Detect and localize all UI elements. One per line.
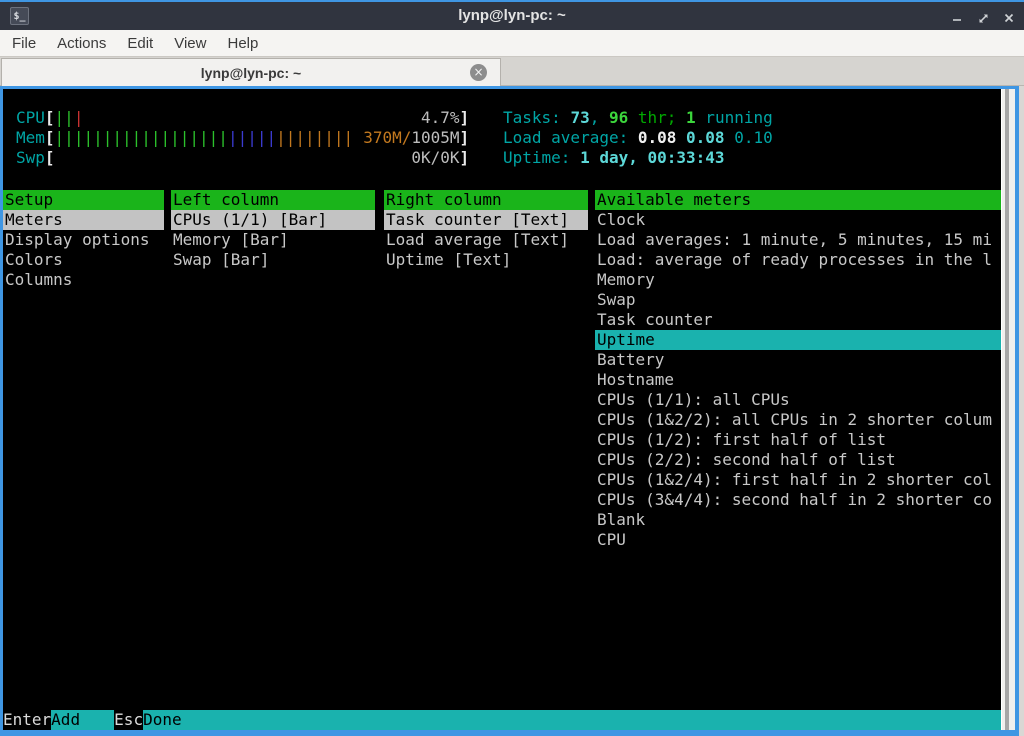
menu-item-file[interactable]: File [12, 35, 36, 52]
faction-add[interactable]: Add [51, 710, 114, 730]
cpu-meter-caption: CPU [16, 108, 45, 128]
window-title: lynp@lyn-pc: ~ [0, 2, 1024, 30]
menu-bar: File Actions Edit View Help [0, 30, 1024, 57]
fkey-enter[interactable]: Enter [3, 710, 51, 730]
panel-item-cpus-1-1-bar[interactable]: CPUs (1/1) [Bar] [171, 210, 375, 230]
panel-header-right-column: Right column [384, 190, 588, 210]
panel-item-task-counter-text[interactable]: Task counter [Text] [384, 210, 588, 230]
window-right-edge [1019, 86, 1024, 736]
panel-item-memory-bar[interactable]: Memory [Bar] [171, 230, 375, 250]
mem-meter-bars: ||||||||||||||||||||||||||||||| [55, 128, 354, 148]
faction-done[interactable]: Done [143, 710, 1001, 730]
panel-item-load-averages-1-minute-5-minutes-15-mi[interactable]: Load averages: 1 minute, 5 minutes, 15 m… [595, 230, 1001, 250]
minimize-button[interactable] [948, 9, 966, 27]
panel-item-memory[interactable]: Memory [595, 270, 1001, 290]
panel-left-column: Left columnCPUs (1/1) [Bar]Memory [Bar]S… [171, 190, 375, 270]
tasks-line: Tasks: 73, 96 thr; 1 running [503, 108, 773, 128]
close-icon [1003, 12, 1015, 24]
tab-bar: lynp@lyn-pc: ~ × [0, 57, 1024, 86]
fkey-esc[interactable]: Esc [114, 710, 143, 730]
panel-item-hostname[interactable]: Hostname [595, 370, 1001, 390]
mem-meter-value: 370M/1005M [363, 128, 459, 148]
mem-meter-caption: Mem [16, 128, 45, 148]
panel-item-cpus-1-2-first-half-of-list[interactable]: CPUs (1/2): first half of list [595, 430, 1001, 450]
terminal-scrollbar[interactable] [1001, 89, 1015, 730]
panel-setup: SetupMetersDisplay optionsColorsColumns [3, 190, 164, 290]
panel-item-uptime[interactable]: Uptime [595, 330, 1001, 350]
cpu-meter-bars: ||| [55, 108, 84, 128]
swap-meter-caption: Swp [16, 148, 45, 168]
menu-item-help[interactable]: Help [227, 35, 258, 52]
cpu-meter: CPU[|||4.7%] [16, 108, 469, 128]
swap-meter-value: 0K/0K [411, 148, 459, 168]
panel-item-load-average-of-ready-processes-in-the-l[interactable]: Load: average of ready processes in the … [595, 250, 1001, 270]
mem-meter: Mem[|||||||||||||||||||||||||||||||370M/… [16, 128, 469, 148]
panel-item-columns[interactable]: Columns [3, 270, 164, 290]
cpu-meter-value: 4.7% [421, 108, 460, 128]
panel-item-cpus-1-1-all-cpus[interactable]: CPUs (1/1): all CPUs [595, 390, 1001, 410]
restore-button[interactable] [974, 9, 992, 27]
load-average-line: Load average: 0.08 0.08 0.10 [503, 128, 773, 148]
terminal-tab[interactable]: lynp@lyn-pc: ~ × [1, 58, 501, 86]
tab-close-icon[interactable]: × [470, 64, 487, 81]
panel-header-setup: Setup [3, 190, 164, 210]
panel-item-battery[interactable]: Battery [595, 350, 1001, 370]
panel-item-clock[interactable]: Clock [595, 210, 1001, 230]
menu-item-edit[interactable]: Edit [127, 35, 153, 52]
panel-available-meters: Available metersClockLoad averages: 1 mi… [595, 190, 1001, 550]
terminal-screen: CPU[|||4.7%]Mem[||||||||||||||||||||||||… [3, 89, 1001, 730]
menu-item-actions[interactable]: Actions [57, 35, 106, 52]
menu-item-view[interactable]: View [174, 35, 206, 52]
window-controls [948, 4, 1018, 32]
tab-title: lynp@lyn-pc: ~ [201, 65, 301, 81]
panel-item-swap[interactable]: Swap [595, 290, 1001, 310]
scrollbar-thumb[interactable] [1005, 89, 1009, 730]
function-bar: EnterAddEscDone [3, 710, 1001, 730]
titlebar: $_ lynp@lyn-pc: ~ [0, 2, 1024, 30]
panel-item-cpus-2-2-second-half-of-list[interactable]: CPUs (2/2): second half of list [595, 450, 1001, 470]
panel-right-column: Right columnTask counter [Text]Load aver… [384, 190, 588, 270]
minimize-icon [951, 12, 963, 24]
panel-item-cpus-1-2-4-first-half-in-2-shorter-col[interactable]: CPUs (1&2/4): first half in 2 shorter co… [595, 470, 1001, 490]
panel-item-uptime-text[interactable]: Uptime [Text] [384, 250, 588, 270]
panel-item-cpus-1-2-2-all-cpus-in-2-shorter-colum[interactable]: CPUs (1&2/2): all CPUs in 2 shorter colu… [595, 410, 1001, 430]
panel-item-meters[interactable]: Meters [3, 210, 164, 230]
panel-header-left-column: Left column [171, 190, 375, 210]
panel-item-cpu[interactable]: CPU [595, 530, 1001, 550]
restore-icon [977, 12, 990, 25]
panel-item-blank[interactable]: Blank [595, 510, 1001, 530]
panel-header-available-meters: Available meters [595, 190, 1001, 210]
uptime-line: Uptime: 1 day, 00:33:43 [503, 148, 725, 168]
panel-item-load-average-text[interactable]: Load average [Text] [384, 230, 588, 250]
panel-item-colors[interactable]: Colors [3, 250, 164, 270]
panel-item-swap-bar[interactable]: Swap [Bar] [171, 250, 375, 270]
close-button[interactable] [1000, 9, 1018, 27]
panel-item-cpus-3-4-4-second-half-in-2-shorter-co[interactable]: CPUs (3&4/4): second half in 2 shorter c… [595, 490, 1001, 510]
panel-item-task-counter[interactable]: Task counter [595, 310, 1001, 330]
swap-meter: Swp[0K/0K] [16, 148, 469, 168]
panel-item-display-options[interactable]: Display options [3, 230, 164, 250]
